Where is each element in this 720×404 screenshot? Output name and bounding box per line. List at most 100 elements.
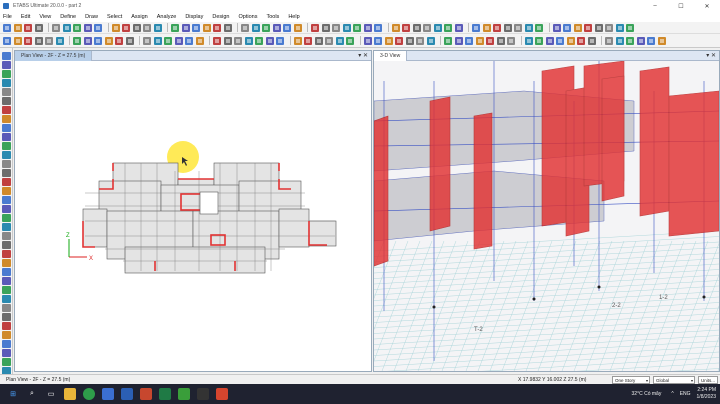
tb1-tool-button-icon[interactable] xyxy=(202,23,211,32)
draw-tool-icon[interactable] xyxy=(2,304,11,312)
tb1-tool-button-icon[interactable] xyxy=(332,23,340,32)
tb1-tool-button-icon[interactable] xyxy=(363,23,372,32)
draw-tool-icon[interactable] xyxy=(2,232,11,240)
menu-analyze[interactable]: Analyze xyxy=(157,14,177,20)
tb2-tool-button-icon[interactable] xyxy=(657,36,666,45)
draw-tool-icon[interactable] xyxy=(2,223,11,231)
tray-chevron-icon[interactable]: ^ xyxy=(671,391,673,397)
draw-tool-icon[interactable] xyxy=(2,70,11,78)
tb1-tool-button-icon[interactable] xyxy=(503,23,512,32)
plan-drawing[interactable]: X Z xyxy=(15,61,371,371)
search-icon[interactable]: ⌕ xyxy=(26,388,38,400)
tb2-tool-button-icon[interactable] xyxy=(647,36,655,45)
tb2-tool-button-icon[interactable] xyxy=(45,36,53,45)
tb1-tool-button-icon[interactable] xyxy=(34,23,43,32)
3d-view-canvas[interactable]: 1-2 2-2 T-2 xyxy=(374,61,719,371)
tb1-tool-button-icon[interactable] xyxy=(311,23,319,32)
draw-tool-icon[interactable] xyxy=(2,313,11,321)
weather-widget[interactable]: 32°C Có mây xyxy=(632,391,662,397)
tb2-tool-button-icon[interactable] xyxy=(265,36,274,45)
draw-tool-icon[interactable] xyxy=(2,124,11,132)
tb2-tool-button-icon[interactable] xyxy=(195,36,204,45)
tb2-tool-button-icon[interactable] xyxy=(577,36,585,45)
capcut-icon[interactable] xyxy=(197,388,209,400)
menu-options[interactable]: Options xyxy=(239,14,258,20)
tb1-tool-button-icon[interactable] xyxy=(524,23,533,32)
tb1-tool-button-icon[interactable] xyxy=(374,23,382,32)
tb2-tool-button-icon[interactable] xyxy=(55,36,64,45)
chrome-icon[interactable] xyxy=(83,388,95,400)
draw-tool-icon[interactable] xyxy=(2,205,11,213)
tb1-tool-button-icon[interactable] xyxy=(552,23,561,32)
tb1-tool-button-icon[interactable] xyxy=(213,23,221,32)
units-button[interactable]: Units... xyxy=(698,376,718,384)
tb2-tool-button-icon[interactable] xyxy=(314,36,323,45)
tb1-tool-button-icon[interactable] xyxy=(122,23,130,32)
tb1-tool-button-icon[interactable] xyxy=(433,23,442,32)
tb2-tool-button-icon[interactable] xyxy=(486,36,494,45)
tb1-tool-button-icon[interactable] xyxy=(342,23,351,32)
tb1-tool-button-icon[interactable] xyxy=(283,23,291,32)
tb1-tool-button-icon[interactable] xyxy=(402,23,410,32)
menu-assign[interactable]: Assign xyxy=(131,14,148,20)
draw-tool-icon[interactable] xyxy=(2,88,11,96)
language-indicator[interactable]: ENG xyxy=(680,391,691,397)
tb2-tool-button-icon[interactable] xyxy=(626,36,634,45)
tb1-tool-button-icon[interactable] xyxy=(13,23,22,32)
task-view-icon[interactable]: ▭ xyxy=(45,388,57,400)
tb1-tool-button-icon[interactable] xyxy=(514,23,522,32)
tb2-tool-button-icon[interactable] xyxy=(125,36,134,45)
tb1-tool-button-icon[interactable] xyxy=(353,23,361,32)
tb2-tool-button-icon[interactable] xyxy=(524,36,533,45)
draw-tool-icon[interactable] xyxy=(2,142,11,150)
draw-tool-icon[interactable] xyxy=(2,106,11,114)
tb1-tool-button-icon[interactable] xyxy=(573,23,582,32)
tb1-tool-button-icon[interactable] xyxy=(605,23,613,32)
draw-tool-icon[interactable] xyxy=(2,61,11,69)
tb1-tool-button-icon[interactable] xyxy=(594,23,603,32)
tb2-tool-button-icon[interactable] xyxy=(185,36,193,45)
tb2-tool-button-icon[interactable] xyxy=(566,36,575,45)
tb1-tool-button-icon[interactable] xyxy=(83,23,92,32)
tb2-tool-button-icon[interactable] xyxy=(444,36,452,45)
tb2-tool-button-icon[interactable] xyxy=(374,36,382,45)
excel-icon[interactable] xyxy=(159,388,171,400)
store-icon[interactable] xyxy=(102,388,114,400)
draw-tool-icon[interactable] xyxy=(2,241,11,249)
etabs-taskbar-icon[interactable] xyxy=(216,388,228,400)
draw-tool-icon[interactable] xyxy=(2,196,11,204)
draw-tool-icon[interactable] xyxy=(2,295,11,303)
draw-tool-icon[interactable] xyxy=(2,214,11,222)
tb2-tool-button-icon[interactable] xyxy=(416,36,424,45)
tb2-tool-button-icon[interactable] xyxy=(545,36,554,45)
tb1-tool-button-icon[interactable] xyxy=(73,23,81,32)
tb1-tool-button-icon[interactable] xyxy=(132,23,141,32)
menu-view[interactable]: View xyxy=(39,14,51,20)
draw-tool-icon[interactable] xyxy=(2,169,11,177)
menu-tools[interactable]: Tools xyxy=(266,14,279,20)
powerpoint-icon[interactable] xyxy=(140,388,152,400)
tb2-tool-button-icon[interactable] xyxy=(605,36,613,45)
tb2-tool-button-icon[interactable] xyxy=(304,36,312,45)
menu-select[interactable]: Select xyxy=(107,14,122,20)
draw-tool-icon[interactable] xyxy=(2,151,11,159)
draw-tool-icon[interactable] xyxy=(2,259,11,267)
draw-tool-icon[interactable] xyxy=(2,322,11,330)
tb1-tool-button-icon[interactable] xyxy=(143,23,151,32)
menu-draw[interactable]: Draw xyxy=(85,14,98,20)
tb2-tool-button-icon[interactable] xyxy=(325,36,333,45)
tb2-tool-button-icon[interactable] xyxy=(335,36,344,45)
menu-help[interactable]: Help xyxy=(288,14,299,20)
tb1-tool-button-icon[interactable] xyxy=(412,23,421,32)
tb2-tool-button-icon[interactable] xyxy=(293,36,302,45)
tb1-tool-button-icon[interactable] xyxy=(52,23,60,32)
tb1-tool-button-icon[interactable] xyxy=(94,23,102,32)
tb1-tool-button-icon[interactable] xyxy=(181,23,190,32)
tb1-tool-button-icon[interactable] xyxy=(192,23,200,32)
draw-tool-icon[interactable] xyxy=(2,331,11,339)
tb2-tool-button-icon[interactable] xyxy=(556,36,564,45)
tb2-tool-button-icon[interactable] xyxy=(636,36,645,45)
tb2-tool-button-icon[interactable] xyxy=(615,36,624,45)
windows-start-icon[interactable]: ⊞ xyxy=(7,388,19,400)
tb2-tool-button-icon[interactable] xyxy=(426,36,435,45)
